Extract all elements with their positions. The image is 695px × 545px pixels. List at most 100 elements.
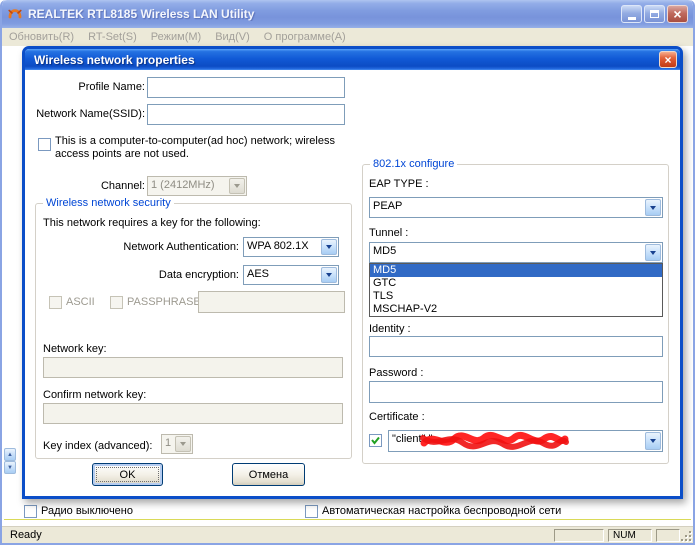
network-auth-dropdown-arrow-icon[interactable]: [321, 239, 337, 255]
tunnel-option-gtc[interactable]: GTC: [370, 277, 662, 290]
maximize-button[interactable]: [644, 5, 665, 23]
data-encryption-label: Data encryption:: [36, 269, 239, 282]
tunnel-option-mschapv2[interactable]: MSCHAP-V2: [370, 303, 662, 316]
scroll-down-button[interactable]: ▼: [4, 461, 16, 474]
identity-label: Identity :: [369, 323, 411, 336]
menu-view[interactable]: Вид(V): [208, 31, 257, 43]
realtek-utility-window: REALTEK RTL8185 Wireless LAN Utility × О…: [0, 0, 695, 545]
data-encryption-dropdown-arrow-icon[interactable]: [321, 267, 337, 283]
resize-grip-icon[interactable]: [680, 530, 692, 542]
password-input[interactable]: [369, 381, 663, 403]
ascii-checkbox: [49, 296, 62, 309]
cancel-button[interactable]: Отмена: [232, 463, 305, 486]
channel-dropdown-arrow-icon: [229, 178, 245, 194]
certificate-label: Certificate :: [369, 411, 425, 424]
dialog-body: Profile Name: Network Name(SSID): This i…: [25, 70, 680, 496]
key-index-value: 1: [162, 435, 174, 453]
certificate-value: "client" ": [389, 431, 644, 451]
auto-config-label: Автоматическая настройка беспроводной се…: [322, 505, 561, 518]
status-pane-num: NUM: [608, 529, 652, 542]
ssid-input[interactable]: [147, 104, 345, 125]
dialog-titlebar: Wireless network properties ×: [25, 49, 680, 70]
key-index-combobox: 1: [161, 434, 193, 454]
network-auth-value: WPA 802.1X: [244, 238, 320, 256]
status-ready-text: Ready: [10, 529, 42, 541]
dialog-close-icon: ×: [664, 53, 671, 67]
passphrase-label: PASSPHRASE: [127, 296, 201, 309]
security-groupbox: Wireless network security This network r…: [35, 203, 352, 459]
eap-type-combobox[interactable]: PEAP: [369, 197, 663, 218]
adhoc-label-line2: access points are not used.: [55, 148, 189, 161]
channel-combobox: 1 (2412MHz): [147, 176, 247, 196]
statusbar: Ready NUM: [2, 526, 693, 543]
tunnel-label: Tunnel :: [369, 227, 408, 240]
key-index-label: Key index (advanced):: [43, 440, 152, 453]
menu-rtset[interactable]: RT-Set(S): [81, 31, 144, 43]
focus-rect: [96, 467, 159, 482]
close-icon: ×: [673, 7, 681, 21]
realtek-logo-icon: [7, 6, 23, 22]
data-encryption-value: AES: [244, 266, 320, 284]
password-label: Password :: [369, 367, 423, 380]
caption-buttons: ×: [621, 5, 688, 23]
adhoc-checkbox[interactable]: [38, 138, 51, 151]
network-key-input: [43, 357, 343, 378]
tunnel-option-tls[interactable]: TLS: [370, 290, 662, 303]
ssid-label: Network Name(SSID):: [33, 108, 145, 121]
dialog-title: Wireless network properties: [34, 53, 659, 67]
profile-name-input[interactable]: [147, 77, 345, 98]
main-titlebar: REALTEK RTL8185 Wireless LAN Utility ×: [2, 0, 693, 28]
menu-about[interactable]: О программе(A): [257, 31, 353, 43]
certificate-combobox[interactable]: "client" ": [388, 430, 663, 452]
scroll-down-icon: ▼: [7, 465, 13, 471]
status-pane-blank1: [554, 529, 604, 542]
menubar: Обновить(R) RT-Set(S) Режим(M) Вид(V) О …: [2, 28, 693, 46]
adhoc-label-line1: This is a computer-to-computer(ad hoc) n…: [55, 135, 335, 148]
minimize-button[interactable]: [621, 5, 642, 23]
main-window-title: REALTEK RTL8185 Wireless LAN Utility: [28, 7, 621, 21]
dialog-close-button[interactable]: ×: [659, 51, 677, 68]
ascii-label: ASCII: [66, 296, 95, 309]
network-auth-combobox[interactable]: WPA 802.1X: [243, 237, 339, 257]
check-icon: [370, 435, 381, 446]
eap-type-value: PEAP: [370, 198, 644, 217]
groupbox-edge-line: [4, 519, 691, 520]
ok-button[interactable]: OK: [92, 463, 163, 486]
dot1x-group-title: 802.1x configure: [370, 158, 457, 170]
tunnel-dropdown-list: MD5 GTC TLS MSCHAP-V2: [369, 263, 663, 317]
tunnel-value: MD5: [370, 243, 644, 262]
data-encryption-combobox[interactable]: AES: [243, 265, 339, 285]
tunnel-option-md5[interactable]: MD5: [370, 264, 662, 277]
scroll-up-button[interactable]: ▲: [4, 448, 16, 461]
tunnel-combobox[interactable]: MD5: [369, 242, 663, 263]
profile-name-label: Profile Name:: [43, 81, 145, 94]
certificate-checkbox[interactable]: [369, 434, 382, 447]
status-pane-blank2: [656, 529, 680, 542]
tunnel-dropdown-arrow-icon[interactable]: [645, 244, 661, 261]
network-auth-label: Network Authentication:: [36, 241, 239, 254]
security-group-title: Wireless network security: [43, 197, 174, 209]
radio-off-checkbox[interactable]: [24, 505, 37, 518]
passphrase-input: [198, 291, 345, 313]
maximize-icon: [650, 10, 659, 18]
scroll-up-icon: ▲: [7, 452, 13, 458]
auto-config-checkbox[interactable]: [305, 505, 318, 518]
close-button[interactable]: ×: [667, 5, 688, 23]
certificate-dropdown-arrow-icon[interactable]: [645, 432, 661, 450]
cancel-button-label: Отмена: [249, 469, 288, 481]
passphrase-checkbox: [110, 296, 123, 309]
network-key-label: Network key:: [43, 343, 107, 356]
identity-input[interactable]: [369, 336, 663, 357]
channel-value: 1 (2412MHz): [148, 177, 228, 195]
radio-off-label: Радио выключено: [41, 505, 133, 518]
menu-mode[interactable]: Режим(M): [144, 31, 208, 43]
security-intro-text: This network requires a key for the foll…: [43, 217, 261, 230]
key-index-dropdown-arrow-icon: [175, 436, 191, 452]
menu-refresh[interactable]: Обновить(R): [2, 31, 81, 43]
eap-type-dropdown-arrow-icon[interactable]: [645, 199, 661, 216]
dot1x-groupbox: 802.1x configure EAP TYPE : PEAP Tunnel …: [362, 164, 669, 464]
channel-label: Channel:: [45, 180, 145, 193]
minimize-icon: [628, 17, 636, 20]
wireless-properties-dialog: Wireless network properties × Profile Na…: [22, 46, 683, 499]
confirm-key-input: [43, 403, 343, 424]
